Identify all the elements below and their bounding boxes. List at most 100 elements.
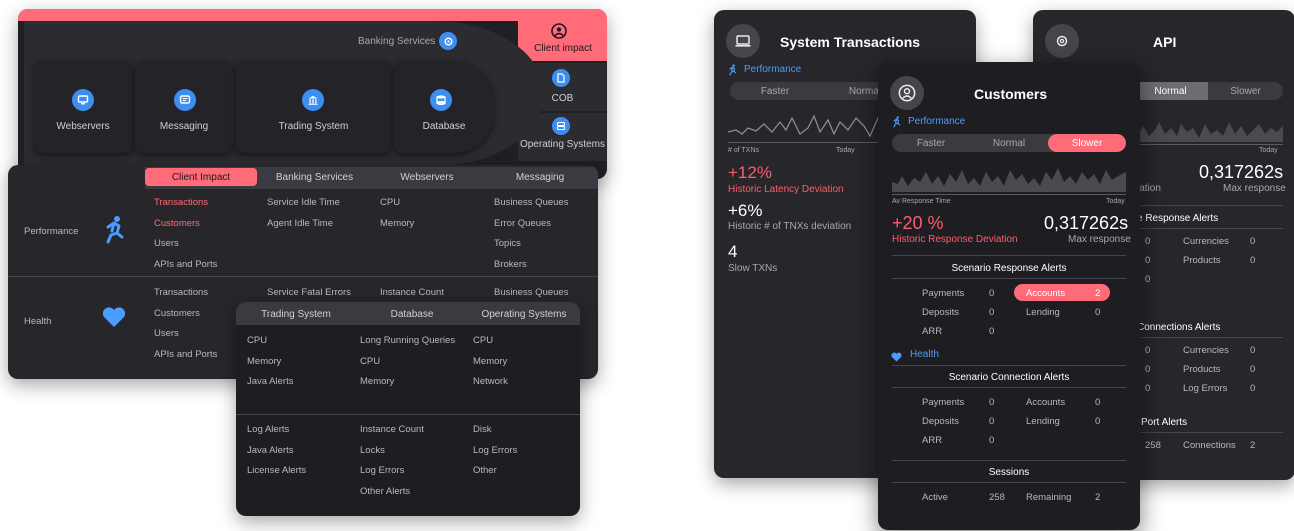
infra-item[interactable]: Log Errors (473, 445, 517, 456)
api-row-label[interactable]: Products (1183, 255, 1221, 266)
api-row-label[interactable]: Log Errors (1183, 383, 1227, 394)
customers-seg-slower[interactable]: Slower (1048, 134, 1126, 152)
systx-sparkline (728, 114, 888, 138)
resp-row-value[interactable]: 0 (989, 307, 994, 318)
infra-item[interactable]: Java Alerts (247, 376, 293, 387)
api-row-label[interactable]: Connections (1183, 440, 1236, 451)
api-row-count[interactable]: 0 (1145, 345, 1150, 356)
tab-banking-services[interactable]: Banking Services (257, 168, 372, 186)
infra-item[interactable]: Java Alerts (247, 445, 293, 456)
matrix-perf-item[interactable]: Customers (154, 218, 200, 229)
resp-row-label[interactable]: ARR (922, 326, 942, 337)
conn-row-label[interactable]: ARR (922, 435, 942, 446)
session-row-label2[interactable]: Remaining (1026, 492, 1071, 503)
api-row-count[interactable]: 258 (1145, 440, 1161, 451)
matrix-health-item[interactable]: Transactions (154, 287, 208, 298)
tab-client-impact[interactable]: Client Impact (145, 168, 257, 186)
resp-row-value[interactable]: 0 (989, 288, 994, 299)
api-row-value[interactable]: 0 (1250, 345, 1255, 356)
conn-row-value2[interactable]: 0 (1095, 416, 1100, 427)
api-row-count[interactable]: 0 (1145, 383, 1150, 394)
resp-row-label[interactable]: Payments (922, 288, 964, 299)
tab-messaging[interactable]: Messaging (482, 168, 598, 186)
api-row-label[interactable]: Currencies (1183, 236, 1229, 247)
infra-item[interactable]: Memory (247, 356, 281, 367)
tab-webservers[interactable]: Webservers (372, 168, 482, 186)
resp-row-value2[interactable]: 0 (1095, 307, 1100, 318)
infra-item[interactable]: Memory (360, 376, 394, 387)
api-row-label[interactable]: Currencies (1183, 345, 1229, 356)
infra-item[interactable]: License Alerts (247, 465, 306, 476)
matrix-perf-item[interactable]: Memory (380, 218, 414, 229)
api-row-count[interactable]: 0 (1145, 364, 1150, 375)
conn-row-value[interactable]: 0 (989, 397, 994, 408)
session-row-value[interactable]: 258 (989, 492, 1005, 503)
matrix-perf-item[interactable]: Transactions (154, 197, 208, 208)
client-impact-icon (551, 23, 567, 44)
api-row-value[interactable]: 2 (1250, 440, 1255, 451)
matrix-health-item[interactable]: Instance Count (380, 287, 444, 298)
api-row-value[interactable]: 0 (1250, 236, 1255, 247)
api-row-count[interactable]: 0 (1145, 274, 1150, 285)
api-row-count[interactable]: 0 (1145, 255, 1150, 266)
infra-item[interactable]: Locks (360, 445, 385, 456)
resp-row-value[interactable]: 0 (989, 326, 994, 337)
infra-item[interactable]: Instance Count (360, 424, 424, 435)
matrix-perf-item[interactable]: CPU (380, 197, 400, 208)
api-row-value[interactable]: 0 (1250, 383, 1255, 394)
systx-seg-faster[interactable]: Faster (730, 82, 820, 100)
banking-services-header[interactable]: Banking Services (358, 32, 458, 50)
matrix-health-item[interactable]: Business Queues (494, 287, 568, 298)
infra-item[interactable]: Memory (473, 356, 507, 367)
api-speed-toggle[interactable]: Normal Slower (1133, 82, 1283, 100)
matrix-health-item[interactable]: APIs and Ports (154, 349, 217, 360)
matrix-health-item[interactable]: Service Fatal Errors (267, 287, 351, 298)
matrix-perf-item[interactable]: Error Queues (494, 218, 551, 229)
tab-operating-systems[interactable]: Operating Systems (468, 305, 580, 323)
api-row-value[interactable]: 0 (1250, 255, 1255, 266)
infra-item[interactable]: CPU (247, 335, 267, 346)
api-seg-slower[interactable]: Slower (1208, 82, 1283, 100)
conn-row-label2[interactable]: Accounts (1026, 397, 1065, 408)
api-row-count[interactable]: 0 (1145, 236, 1150, 247)
resp-row-value2[interactable]: 2 (1095, 288, 1100, 299)
session-row-value2[interactable]: 2 (1095, 492, 1100, 503)
customers-speed-toggle[interactable]: Faster Normal Slower (892, 134, 1126, 152)
conn-row-value2[interactable]: 0 (1095, 397, 1100, 408)
infra-item[interactable]: CPU (473, 335, 493, 346)
matrix-perf-item[interactable]: APIs and Ports (154, 259, 217, 270)
matrix-perf-item[interactable]: Agent Idle Time (267, 218, 333, 229)
session-row-label[interactable]: Active (922, 492, 948, 503)
infra-item[interactable]: Long Running Queries (360, 335, 455, 346)
conn-row-label[interactable]: Deposits (922, 416, 959, 427)
infra-item[interactable]: Log Alerts (247, 424, 289, 435)
conn-row-value[interactable]: 0 (989, 435, 994, 446)
conn-row-value[interactable]: 0 (989, 416, 994, 427)
resp-row-label[interactable]: Deposits (922, 307, 959, 318)
customers-seg-faster[interactable]: Faster (892, 134, 970, 152)
infra-item[interactable]: Log Errors (360, 465, 404, 476)
matrix-health-item[interactable]: Users (154, 328, 179, 339)
resp-row-label2[interactable]: Accounts (1026, 288, 1065, 299)
api-row-label[interactable]: Products (1183, 364, 1221, 375)
infra-item[interactable]: Other Alerts (360, 486, 410, 497)
matrix-perf-item[interactable]: Business Queues (494, 197, 568, 208)
infra-item[interactable]: Network (473, 376, 508, 387)
infra-item[interactable]: Disk (473, 424, 491, 435)
matrix-perf-item[interactable]: Topics (494, 238, 521, 249)
matrix-perf-item[interactable]: Users (154, 238, 179, 249)
matrix-perf-item[interactable]: Brokers (494, 259, 527, 270)
conn-row-label2[interactable]: Lending (1026, 416, 1060, 427)
resp-row-label2[interactable]: Lending (1026, 307, 1060, 318)
matrix-perf-item[interactable]: Service Idle Time (267, 197, 340, 208)
tab-database[interactable]: Database (356, 305, 468, 323)
infra-item[interactable]: Other (473, 465, 497, 476)
conn-row-label[interactable]: Payments (922, 397, 964, 408)
customers-seg-normal[interactable]: Normal (970, 134, 1048, 152)
api-row-value[interactable]: 0 (1250, 364, 1255, 375)
infra-item[interactable]: CPU (360, 356, 380, 367)
matrix-health-item[interactable]: Customers (154, 308, 200, 319)
systx-x-right: Today (836, 147, 855, 154)
api-seg-normal[interactable]: Normal (1133, 82, 1208, 100)
tab-trading-system[interactable]: Trading System (236, 305, 356, 323)
